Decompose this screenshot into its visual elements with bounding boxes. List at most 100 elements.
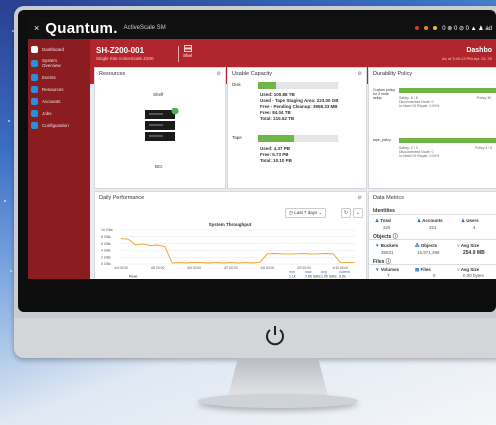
sidebar-item-jobs[interactable]: Jobs: [28, 107, 90, 119]
events-icon: [31, 73, 38, 81]
chevron-down-icon: ⌄: [318, 210, 323, 215]
alert-icon: [433, 26, 438, 30]
sidebar-item-dashboard[interactable]: Dashboard: [28, 43, 90, 55]
monitor-stand-base: [198, 394, 358, 408]
divider: [369, 264, 496, 265]
tape-stats: Used: 4.37 PB Free: 5.73 PB Total: 10.10…: [260, 146, 292, 164]
page-title: Dashbo: [466, 47, 492, 54]
card-title: Daily Performance: [99, 195, 145, 201]
timestamp: As of 3:40:13 PM Apr 13, 20: [441, 56, 492, 61]
system-subtitle: Single Site ActiveScale Z200: [96, 56, 154, 61]
sidebar-item-resources[interactable]: Resources: [28, 83, 90, 95]
summary-header[interactable]: current: [339, 270, 350, 274]
refresh-button[interactable]: ↻: [341, 208, 351, 218]
summary-value: 7.65 GB/s: [305, 275, 321, 279]
disk-usage-bar: [258, 82, 338, 89]
metric-objects: ⁂ Objects: [415, 243, 437, 249]
metric-label: Accounts: [422, 218, 443, 223]
dashboard-icon: [31, 45, 38, 53]
metric-total: ♟ Total: [375, 218, 391, 224]
y-tick-label: 4 GBs: [101, 249, 111, 253]
sidebar: Dashboard System Overview Events Resourc…: [28, 39, 90, 279]
disk-total: Total: 215.52 TB: [260, 116, 295, 121]
more-button[interactable]: ⌄: [353, 208, 363, 218]
settings-icon[interactable]: ⚙: [358, 195, 362, 201]
sidebar-item-accounts[interactable]: Accounts: [28, 95, 90, 107]
policy-fill: [399, 138, 496, 143]
sidebar-item-label: Accounts: [42, 98, 61, 104]
server-icon[interactable]: [143, 108, 179, 144]
metric-value: 7: [387, 273, 390, 278]
sidebar-item-system-overview[interactable]: System Overview: [28, 55, 90, 71]
metric-label: Avg Size: [460, 243, 480, 248]
clock-icon: ◷: [289, 210, 293, 215]
metric-value: 0: [433, 273, 436, 278]
date-range-select[interactable]: ◷ Last 7 days ⌄: [285, 208, 327, 218]
sidebar-item-label: Jobs: [42, 110, 52, 116]
card-title: Durability Policy: [373, 71, 413, 77]
metric-label: Avg Size: [460, 267, 480, 272]
series-line-read: [120, 238, 356, 264]
close-icon[interactable]: ×: [34, 23, 39, 33]
policy-name: tape_policy: [373, 138, 391, 142]
policy-repair: In-Need Of Repair: 0.00%: [399, 104, 440, 108]
resources-card: Resources ⚙ Shelf BCI: [94, 67, 226, 189]
policy-bar: [399, 138, 496, 143]
shelf-button[interactable]: Shel: [183, 45, 192, 58]
policy-right: Policy 30: [477, 96, 492, 100]
monitor-chin: [14, 318, 496, 358]
accounts-icon: [31, 97, 38, 105]
y-tick-label: 8 GBs: [101, 235, 111, 239]
settings-icon[interactable]: ⚙: [217, 71, 221, 77]
durability-card: Durability Policy Custom policy for 3 no…: [368, 67, 496, 189]
metric-volumes: ▼ Volumes: [375, 267, 399, 272]
metric-label: Total: [380, 218, 391, 223]
tape-usage-bar: [258, 135, 338, 142]
policy-details: Safety: 6 / 8 Disconnected Node: 0 In-Ne…: [399, 96, 439, 108]
policy-fill: [399, 88, 496, 93]
status-indicators[interactable]: 0 ⊗ 0 ⊘ 0 ▲ ♟ ad: [415, 25, 492, 32]
summary-header[interactable]: min: [289, 270, 295, 274]
metric-accounts: ♟ Accounts: [417, 218, 443, 224]
app-screen: × Quantum. ActiveScale SM 0 ⊗ 0 ⊘ 0 ▲ ♟ …: [28, 17, 496, 279]
shelf-icon: [183, 45, 192, 52]
metric-users: ♟ Users: [461, 218, 479, 224]
power-icon[interactable]: [262, 322, 288, 348]
metric-label: Users: [466, 218, 479, 223]
y-tick-label: 6 GBs: [101, 242, 111, 246]
shelf-unit-label: Shelf: [153, 92, 164, 97]
product-name: ActiveScale SM: [123, 25, 166, 31]
resources-icon: [31, 85, 38, 93]
metric-value: 321: [429, 225, 437, 230]
brand-logo: Quantum.: [45, 19, 118, 37]
disk-stats: Used: 100.88 TB Used - Tape Staging Area…: [260, 92, 339, 122]
sidebar-item-label: Resources: [42, 86, 64, 92]
summary-value: 1.05 GB/s: [321, 275, 337, 279]
policy-repair: In-Need Of Repair: 0.00%: [399, 154, 440, 158]
data-metrics-card: Data Metrics Identities ♟ Total 325 ♟ Ac…: [368, 191, 496, 279]
metric-label: Buckets: [380, 243, 399, 248]
settings-icon[interactable]: ⚙: [358, 71, 362, 77]
summary-header[interactable]: max: [305, 270, 312, 274]
divider: [369, 239, 496, 240]
policy-details: Safety: 2 / 3 Disconnected Node: 0 In-Ne…: [399, 146, 439, 158]
x-tick-label: 4/7 00:00: [224, 266, 238, 270]
y-tick-label: 0 GBs: [101, 262, 111, 266]
metric-buckets: ▼ Buckets: [375, 243, 398, 248]
y-tick-label: 10 GBs: [101, 228, 113, 232]
sidebar-item-configuration[interactable]: Configuration: [28, 119, 90, 131]
summary-value: 0.9x: [339, 275, 346, 279]
y-tick-label: 2 GBs: [101, 255, 111, 259]
throughput-chart[interactable]: System Throughput 10 GBs 8 GBs 6 GBs 4 GBs 2…: [99, 220, 361, 278]
sidebar-item-label: Events: [42, 74, 56, 80]
warning-icon: [424, 26, 429, 30]
policy-name: Custom policy for 3 node setup: [373, 88, 395, 100]
policy-bar: [399, 88, 496, 93]
summary-header[interactable]: avg: [321, 270, 327, 274]
x-tick-label: 4/6 00:00: [187, 266, 201, 270]
hostname: SH-Z200-001: [96, 46, 145, 55]
summary-value: 1.1k: [289, 275, 296, 279]
metric-avg-size: ≡ Avg Size: [457, 243, 479, 248]
sidebar-item-events[interactable]: Events: [28, 71, 90, 83]
metric-label: Objects: [420, 243, 438, 248]
